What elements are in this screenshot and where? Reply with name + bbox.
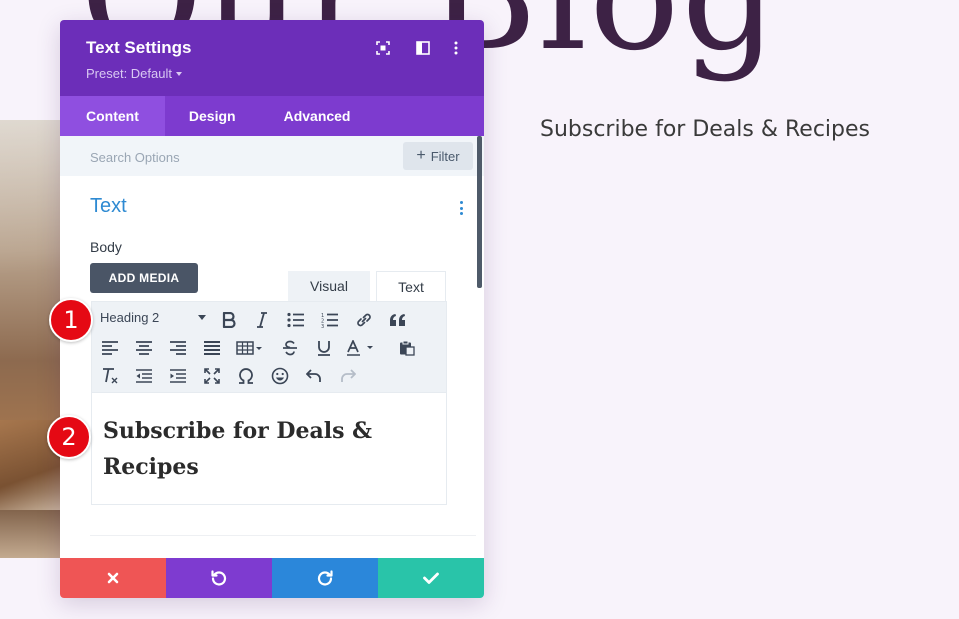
emoji-icon[interactable] — [267, 362, 293, 390]
clear-format-icon[interactable] — [97, 362, 123, 390]
editor-toolbar: Heading 2 123 — [91, 301, 447, 393]
settings-tabs: Content Design Advanced — [60, 96, 484, 136]
check-icon — [423, 572, 439, 584]
modal-header: Text Settings Preset: Default — [60, 20, 484, 96]
split-view-icon[interactable] — [415, 40, 431, 56]
scrollbar[interactable] — [477, 136, 482, 288]
divider — [90, 535, 476, 536]
cancel-button[interactable] — [60, 558, 166, 598]
editor-content[interactable]: Subscribe for Deals & Recipes — [91, 393, 447, 505]
redo-button[interactable] — [272, 558, 378, 598]
bullet-list-icon[interactable] — [283, 306, 309, 334]
expand-icon[interactable] — [375, 40, 391, 56]
preset-selector[interactable]: Preset: Default — [86, 66, 182, 81]
save-button[interactable] — [378, 558, 484, 598]
body-label: Body — [90, 239, 122, 255]
section-more-icon[interactable] — [458, 201, 464, 215]
editor-tab-text[interactable]: Text — [376, 271, 446, 301]
text-settings-modal: Text Settings Preset: Default Content De… — [60, 20, 484, 598]
undo-icon[interactable] — [301, 362, 327, 390]
preset-label: Preset: Default — [86, 66, 172, 81]
align-left-icon[interactable] — [97, 334, 123, 362]
plus-icon: + — [416, 147, 426, 164]
table-icon[interactable] — [233, 334, 267, 362]
svg-text:3: 3 — [321, 324, 324, 328]
blockquote-icon[interactable] — [385, 306, 411, 334]
modal-title: Text Settings — [86, 38, 192, 57]
close-icon — [107, 572, 119, 584]
redo-icon — [317, 570, 333, 586]
tab-advanced[interactable]: Advanced — [260, 96, 375, 136]
italic-icon[interactable] — [249, 306, 275, 334]
align-right-icon[interactable] — [165, 334, 191, 362]
add-media-button[interactable]: ADD MEDIA — [90, 263, 198, 293]
redo-icon[interactable] — [335, 362, 361, 390]
filter-label: Filter — [430, 148, 460, 164]
align-center-icon[interactable] — [131, 334, 157, 362]
link-icon[interactable] — [351, 306, 377, 334]
underline-icon[interactable] — [311, 334, 337, 362]
tab-content[interactable]: Content — [60, 96, 165, 136]
editor-tab-visual[interactable]: Visual — [288, 271, 370, 301]
filter-button[interactable]: + Filter — [403, 142, 473, 170]
align-justify-icon[interactable] — [199, 334, 225, 362]
content-heading[interactable]: Subscribe for Deals & Recipes — [103, 413, 403, 485]
callout-badge-1: 1 — [49, 298, 93, 342]
fullscreen-icon[interactable] — [199, 362, 225, 390]
section-title[interactable]: Text — [90, 195, 127, 218]
subscribe-text: Subscribe for Deals & Recipes — [540, 117, 870, 142]
more-vertical-icon[interactable] — [448, 40, 464, 56]
search-bar: + Filter — [60, 136, 484, 176]
undo-icon — [211, 570, 227, 586]
tab-design[interactable]: Design — [165, 96, 260, 136]
background-photo — [0, 120, 62, 558]
omega-icon[interactable] — [233, 362, 259, 390]
search-input[interactable] — [90, 148, 370, 166]
outdent-icon[interactable] — [131, 362, 157, 390]
numbered-list-icon[interactable]: 123 — [317, 306, 343, 334]
paste-icon[interactable] — [394, 334, 420, 362]
undo-button[interactable] — [166, 558, 272, 598]
modal-footer — [60, 558, 484, 598]
indent-icon[interactable] — [165, 362, 191, 390]
caret-down-icon — [176, 71, 182, 76]
callout-badge-2: 2 — [47, 415, 91, 459]
strikethrough-icon[interactable] — [277, 334, 303, 362]
text-color-icon[interactable] — [344, 334, 378, 362]
bold-icon[interactable] — [216, 306, 242, 334]
